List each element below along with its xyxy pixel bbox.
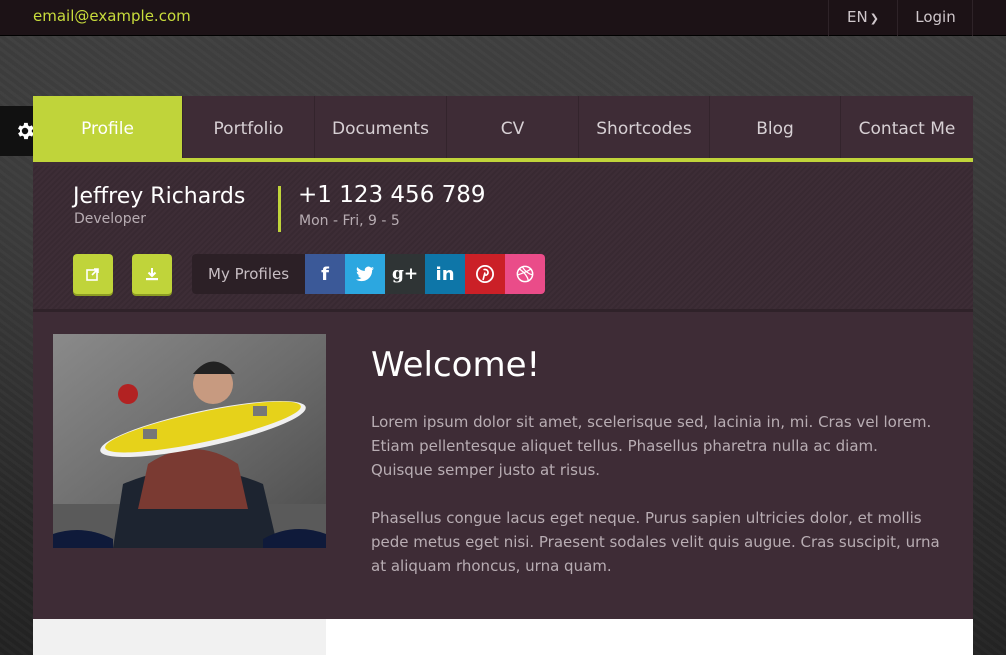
pinterest-button[interactable] [465,254,506,294]
linkedin-icon: in [435,263,455,285]
chevron-down-icon: ❯ [869,12,879,25]
tab-blog[interactable]: Blog [710,96,841,158]
profile-card: Profile Portfolio Documents CV Shortcode… [33,96,973,655]
download-icon [146,268,158,281]
lower-content-panel [326,619,973,655]
tab-profile[interactable]: Profile [33,96,183,158]
tab-shortcodes[interactable]: Shortcodes [579,96,710,158]
my-profiles-label: My Profiles [192,254,306,294]
lower-sidebar-panel [33,619,326,655]
tab-portfolio[interactable]: Portfolio [183,96,315,158]
language-selector[interactable]: EN ❯ [828,0,898,36]
profile-hours: Mon - Fri, 9 - 5 [299,213,400,229]
header-divider [278,186,281,232]
main-nav: Profile Portfolio Documents CV Shortcode… [33,96,973,162]
social-profiles: My Profiles f g+ in [192,254,546,294]
welcome-heading: Welcome! [371,345,541,385]
google-plus-button[interactable]: g+ [385,254,426,294]
intro-paragraph-2: Phasellus congue lacus eget neque. Purus… [371,509,940,575]
intro-paragraph-1: Lorem ipsum dolor sit amet, scelerisque … [371,413,932,479]
facebook-icon: f [321,263,329,285]
pinterest-icon [476,265,495,283]
twitter-button[interactable] [345,254,386,294]
language-label: EN [847,8,868,26]
profile-role: Developer [74,211,147,227]
share-button[interactable] [73,254,113,294]
download-button[interactable] [132,254,172,294]
tab-cv[interactable]: CV [447,96,579,158]
tab-contact-me[interactable]: Contact Me [841,96,973,158]
dribbble-button[interactable] [505,254,546,294]
twitter-icon [356,266,375,282]
profile-name: Jeffrey Richards [73,184,246,209]
google-plus-icon: g+ [391,264,419,284]
dribbble-icon [516,265,534,283]
tab-documents[interactable]: Documents [315,96,447,158]
profile-phone: +1 123 456 789 [298,182,486,208]
email-link[interactable]: email@example.com [33,7,191,25]
profile-header: Jeffrey Richards Developer +1 123 456 78… [33,166,973,312]
share-icon [86,268,99,281]
linkedin-button[interactable]: in [425,254,466,294]
facebook-button[interactable]: f [305,254,346,294]
login-button[interactable]: Login [899,0,973,36]
top-bar: email@example.com EN ❯ Login [0,0,1006,36]
welcome-section: Welcome! Lorem ipsum dolor sit amet, sce… [33,315,973,619]
profile-photo [53,334,326,548]
